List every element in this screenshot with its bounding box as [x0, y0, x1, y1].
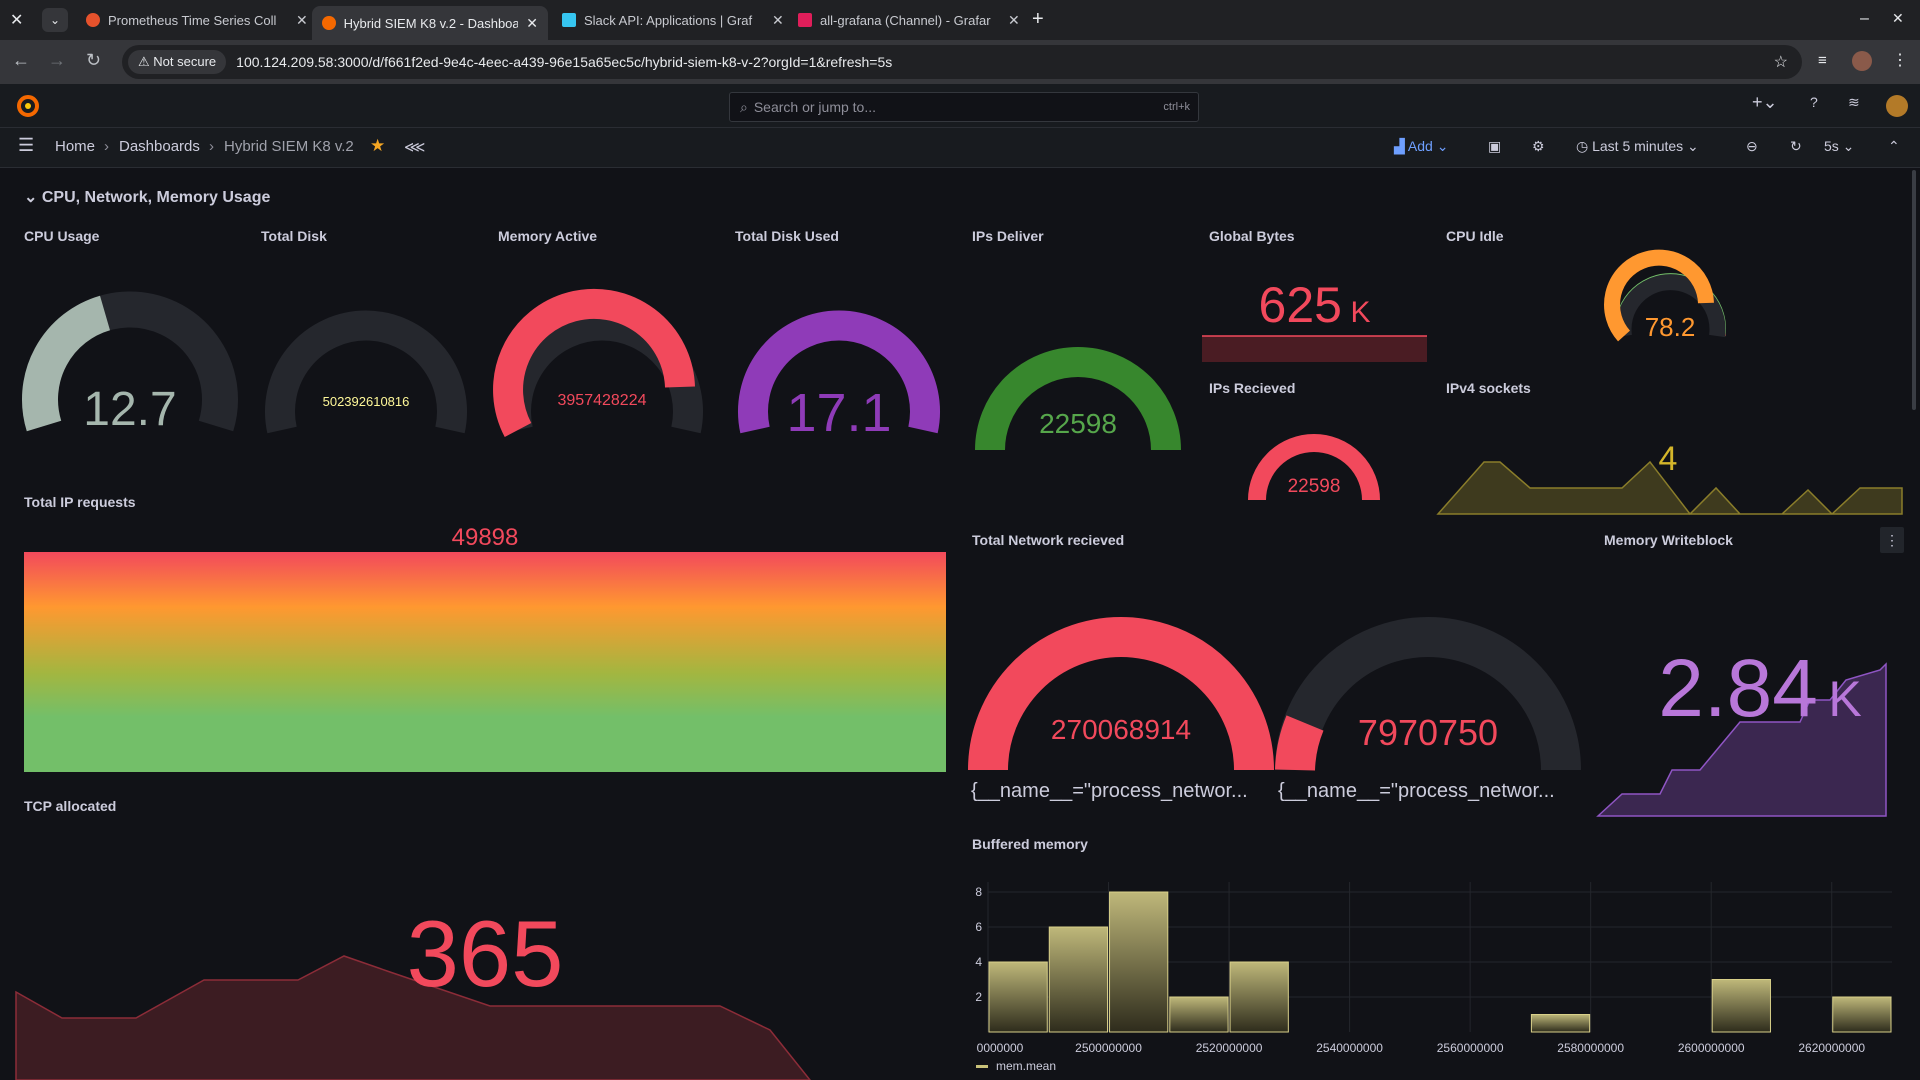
histogram-bar[interactable] [1530, 1014, 1591, 1033]
x-tick-label: 2580000000 [1557, 1041, 1624, 1055]
total-disk-gauge [265, 310, 467, 434]
ips-deliver-value: 22598 [1039, 408, 1117, 439]
total-disk-value: 502392610816 [322, 394, 410, 409]
histogram-bar[interactable] [1048, 926, 1109, 1033]
total-disk-used-value: 17.1 [786, 383, 892, 443]
x-tick-label: 2500000000 [1075, 1041, 1142, 1055]
network-gauge-1 [968, 617, 1274, 771]
y-tick-label: 2 [975, 990, 982, 1004]
x-tick-label: 2620000000 [1798, 1041, 1865, 1055]
ips-recieved-value: 22598 [1287, 476, 1341, 497]
global-bytes-stat: 625 K [1202, 276, 1427, 334]
y-tick-label: 8 [975, 885, 982, 899]
network-gauge-1-value: 270068914 [1050, 714, 1192, 745]
ipv4-sockets-value: 4 [1658, 440, 1678, 478]
histogram-bar[interactable] [988, 961, 1048, 1033]
total-ip-requests-value: 49898 [451, 524, 519, 551]
histogram-bar[interactable] [1711, 979, 1771, 1033]
memory-writeblock-value: 2.84 [1658, 643, 1818, 734]
buffered-memory-legend[interactable]: mem.mean [976, 1059, 1056, 1073]
memory-active-gauge [493, 288, 703, 437]
buffered-memory-chart: 2 4 6 8 0000000 2500000000 2520000000 254000000… [975, 882, 1892, 1055]
network-gauge-2-label: {__name__="process_networ... [1278, 780, 1555, 802]
cpu-idle-value: 78.2 [1644, 312, 1696, 342]
cpu-usage-value: 12.7 [83, 383, 177, 436]
network-gauge-1-label: {__name__="process_networ... [971, 780, 1248, 802]
global-bytes-bg [1202, 336, 1427, 362]
memory-active-value: 3957428224 [557, 392, 647, 409]
x-tick-label: 2560000000 [1437, 1041, 1504, 1055]
x-tick-label: 2520000000 [1196, 1041, 1263, 1055]
tcp-allocated-value: 365 [406, 901, 564, 1006]
histogram-bar[interactable] [1229, 961, 1289, 1033]
network-gauge-2-value: 7970750 [1357, 712, 1499, 753]
histogram-bar[interactable] [1169, 996, 1229, 1033]
legend-swatch [976, 1065, 988, 1069]
memory-writeblock-stat: 2.84 K [1620, 642, 1900, 736]
x-tick-label: 2540000000 [1316, 1041, 1383, 1055]
y-tick-label: 6 [975, 920, 982, 934]
histogram-bar[interactable] [1109, 891, 1169, 1033]
histogram-bar[interactable] [1832, 996, 1892, 1033]
x-tick-label: 0000000 [977, 1041, 1024, 1055]
global-bytes-value: 625 [1258, 277, 1342, 333]
y-tick-label: 4 [975, 955, 982, 969]
memory-writeblock-unit: K [1828, 671, 1862, 727]
global-bytes-unit: K [1350, 296, 1371, 329]
total-ip-requests-bar [24, 552, 946, 772]
x-tick-label: 2600000000 [1678, 1041, 1745, 1055]
